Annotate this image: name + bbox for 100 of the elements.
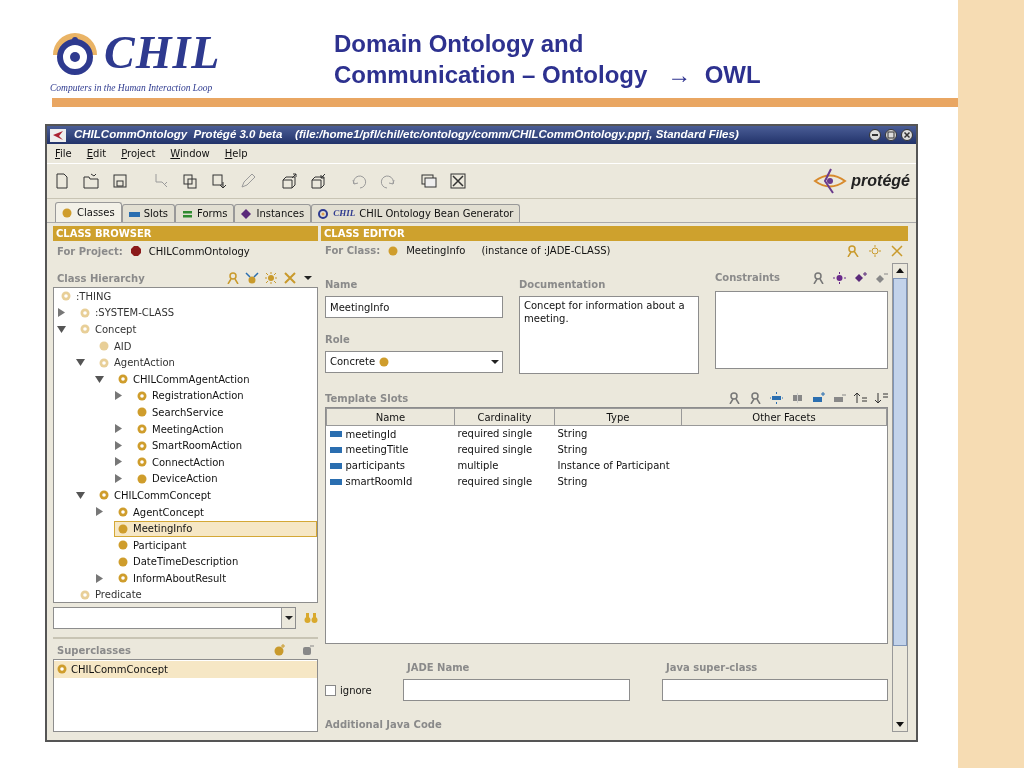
tree-item[interactable]: CHILCommAgentAction <box>114 371 254 388</box>
tree-item[interactable]: InformAboutResult <box>114 570 231 587</box>
remove-icon[interactable] <box>875 271 888 284</box>
tree-item[interactable]: :SYSTEM-CLASS <box>76 304 179 321</box>
column-header[interactable]: Cardinality <box>454 408 555 426</box>
app-icon <box>50 128 66 142</box>
table-cell: String <box>554 425 682 442</box>
window-stack-icon[interactable] <box>420 172 438 190</box>
field-label: JADE Name <box>405 661 471 675</box>
name-field[interactable]: MeetingInfo <box>325 295 503 318</box>
menu-item[interactable]: Edit <box>86 146 107 161</box>
menu-item[interactable]: Project <box>121 146 156 161</box>
tab[interactable]: Classes <box>55 202 122 222</box>
menu-item[interactable]: Help <box>224 146 248 161</box>
collapsed-arrow-icon[interactable] <box>114 474 123 484</box>
expanded-arrow-icon[interactable] <box>57 324 66 334</box>
grid-icon[interactable] <box>791 392 804 405</box>
jade-name-field[interactable] <box>403 679 630 701</box>
ring-icon <box>57 664 67 675</box>
tab[interactable]: Slots <box>121 204 176 222</box>
save-icon[interactable] <box>111 172 129 190</box>
tree-item[interactable]: AID <box>95 338 136 355</box>
tree-item[interactable]: AgentConcept <box>114 504 208 520</box>
tree-item[interactable]: CHILCommConcept <box>95 487 215 504</box>
tab[interactable]: Instances <box>234 204 312 222</box>
pencil-icon[interactable] <box>239 172 257 190</box>
collapsed-arrow-icon[interactable] <box>95 507 104 517</box>
collapsed-arrow-icon[interactable] <box>114 457 123 467</box>
slot-icon <box>329 431 342 438</box>
scrollbar[interactable] <box>892 262 908 732</box>
move-down-icon[interactable] <box>875 392 888 405</box>
tree-item[interactable]: MeetingAction <box>133 421 228 438</box>
collapsed-arrow-icon[interactable] <box>114 424 123 434</box>
collapsed-arrow-icon[interactable] <box>95 573 104 583</box>
close-button[interactable] <box>901 129 913 141</box>
find-icon[interactable] <box>728 392 741 405</box>
field-label: For Class: <box>325 244 381 259</box>
sparkle-icon[interactable] <box>770 392 783 405</box>
menu-item[interactable]: Window <box>170 146 210 161</box>
brand-name: protégé <box>851 171 910 191</box>
superclass-item[interactable]: CHILCommConcept <box>54 661 317 678</box>
checkbox-label: ignore <box>340 683 372 698</box>
class-name: MeetingInfo <box>406 244 466 259</box>
remove-superclass-icon[interactable] <box>302 644 314 656</box>
tree-item[interactable]: SearchService <box>133 404 228 421</box>
checkbox[interactable] <box>325 684 336 696</box>
tree-item[interactable]: Participant <box>114 537 191 554</box>
java-superclass-field[interactable] <box>662 679 888 701</box>
role-dropdown[interactable]: Concrete <box>325 350 503 373</box>
find-icon[interactable] <box>749 392 762 405</box>
window-title: CHILCommOntology Protégé 3.0 beta (file:/home1/pfl/chil/etc/ontology/comm/CHILCommOntology.pprj, Standard Files) <box>74 127 740 143</box>
tree-item[interactable]: MeetingInfo <box>114 520 317 537</box>
table-cell-text: String <box>556 475 589 490</box>
column-header[interactable]: Name <box>326 408 455 426</box>
expanded-arrow-icon[interactable] <box>76 357 85 367</box>
add-subclass-icon[interactable] <box>245 272 259 284</box>
add-slot-icon[interactable] <box>812 392 825 405</box>
sparkle-icon[interactable] <box>833 271 846 284</box>
expanded-arrow-icon[interactable] <box>76 490 85 500</box>
remove-slot-icon[interactable] <box>833 392 846 405</box>
document-icon[interactable] <box>53 172 71 190</box>
collapsed-arrow-icon[interactable] <box>114 440 123 450</box>
scrollbar-thumb[interactable] <box>893 277 907 646</box>
tab[interactable]: CHIL CHIL Ontology Bean Generator <box>311 204 521 222</box>
tree-item[interactable]: DateTimeDescription <box>114 553 243 570</box>
tree-item[interactable]: :THING <box>57 288 116 305</box>
diamond-icon[interactable] <box>854 271 867 284</box>
field-label: Constraints <box>715 271 781 286</box>
minimize-button[interactable] <box>869 129 881 141</box>
field-label: For Project: <box>57 244 123 259</box>
caret-icon[interactable] <box>283 613 294 623</box>
maximize-button[interactable] <box>885 129 897 141</box>
folder-icon[interactable] <box>82 172 100 190</box>
paste-icon[interactable] <box>210 172 228 190</box>
tree-item[interactable]: SmartRoomAction <box>133 437 247 454</box>
column-header[interactable]: Other Facets <box>681 408 887 426</box>
table-cell-text: required single <box>456 475 534 490</box>
tree-item[interactable]: ConnectAction <box>133 454 229 471</box>
section-label: Superclasses <box>57 643 131 658</box>
box-arrow-icon[interactable] <box>280 172 298 190</box>
cross-box-icon[interactable] <box>449 172 467 190</box>
documentation-field[interactable]: Concept for information about a meeting. <box>519 295 699 374</box>
tree-item[interactable]: RegistrationAction <box>133 387 248 404</box>
column-header[interactable]: Type <box>554 408 682 426</box>
collapsed-arrow-icon[interactable] <box>114 391 123 401</box>
tree-item[interactable]: AgentAction <box>95 354 179 371</box>
tab[interactable]: Forms <box>175 204 235 222</box>
move-up-icon[interactable] <box>854 392 867 405</box>
tree-item[interactable]: DeviceAction <box>133 470 222 487</box>
box-arrow-icon[interactable] <box>309 172 327 190</box>
collapsed-arrow-icon[interactable] <box>57 308 66 318</box>
search-field[interactable] <box>53 607 296 629</box>
section-label: Additional Java Code <box>325 718 443 732</box>
copy-icon[interactable] <box>181 172 199 190</box>
expanded-arrow-icon[interactable] <box>95 374 104 384</box>
tree-item[interactable]: Predicate <box>76 587 146 602</box>
find-icon[interactable] <box>812 271 825 284</box>
menu-item[interactable]: File <box>55 146 72 161</box>
tree-item[interactable]: Concept <box>76 321 141 338</box>
table-cell-text: String <box>556 443 589 458</box>
